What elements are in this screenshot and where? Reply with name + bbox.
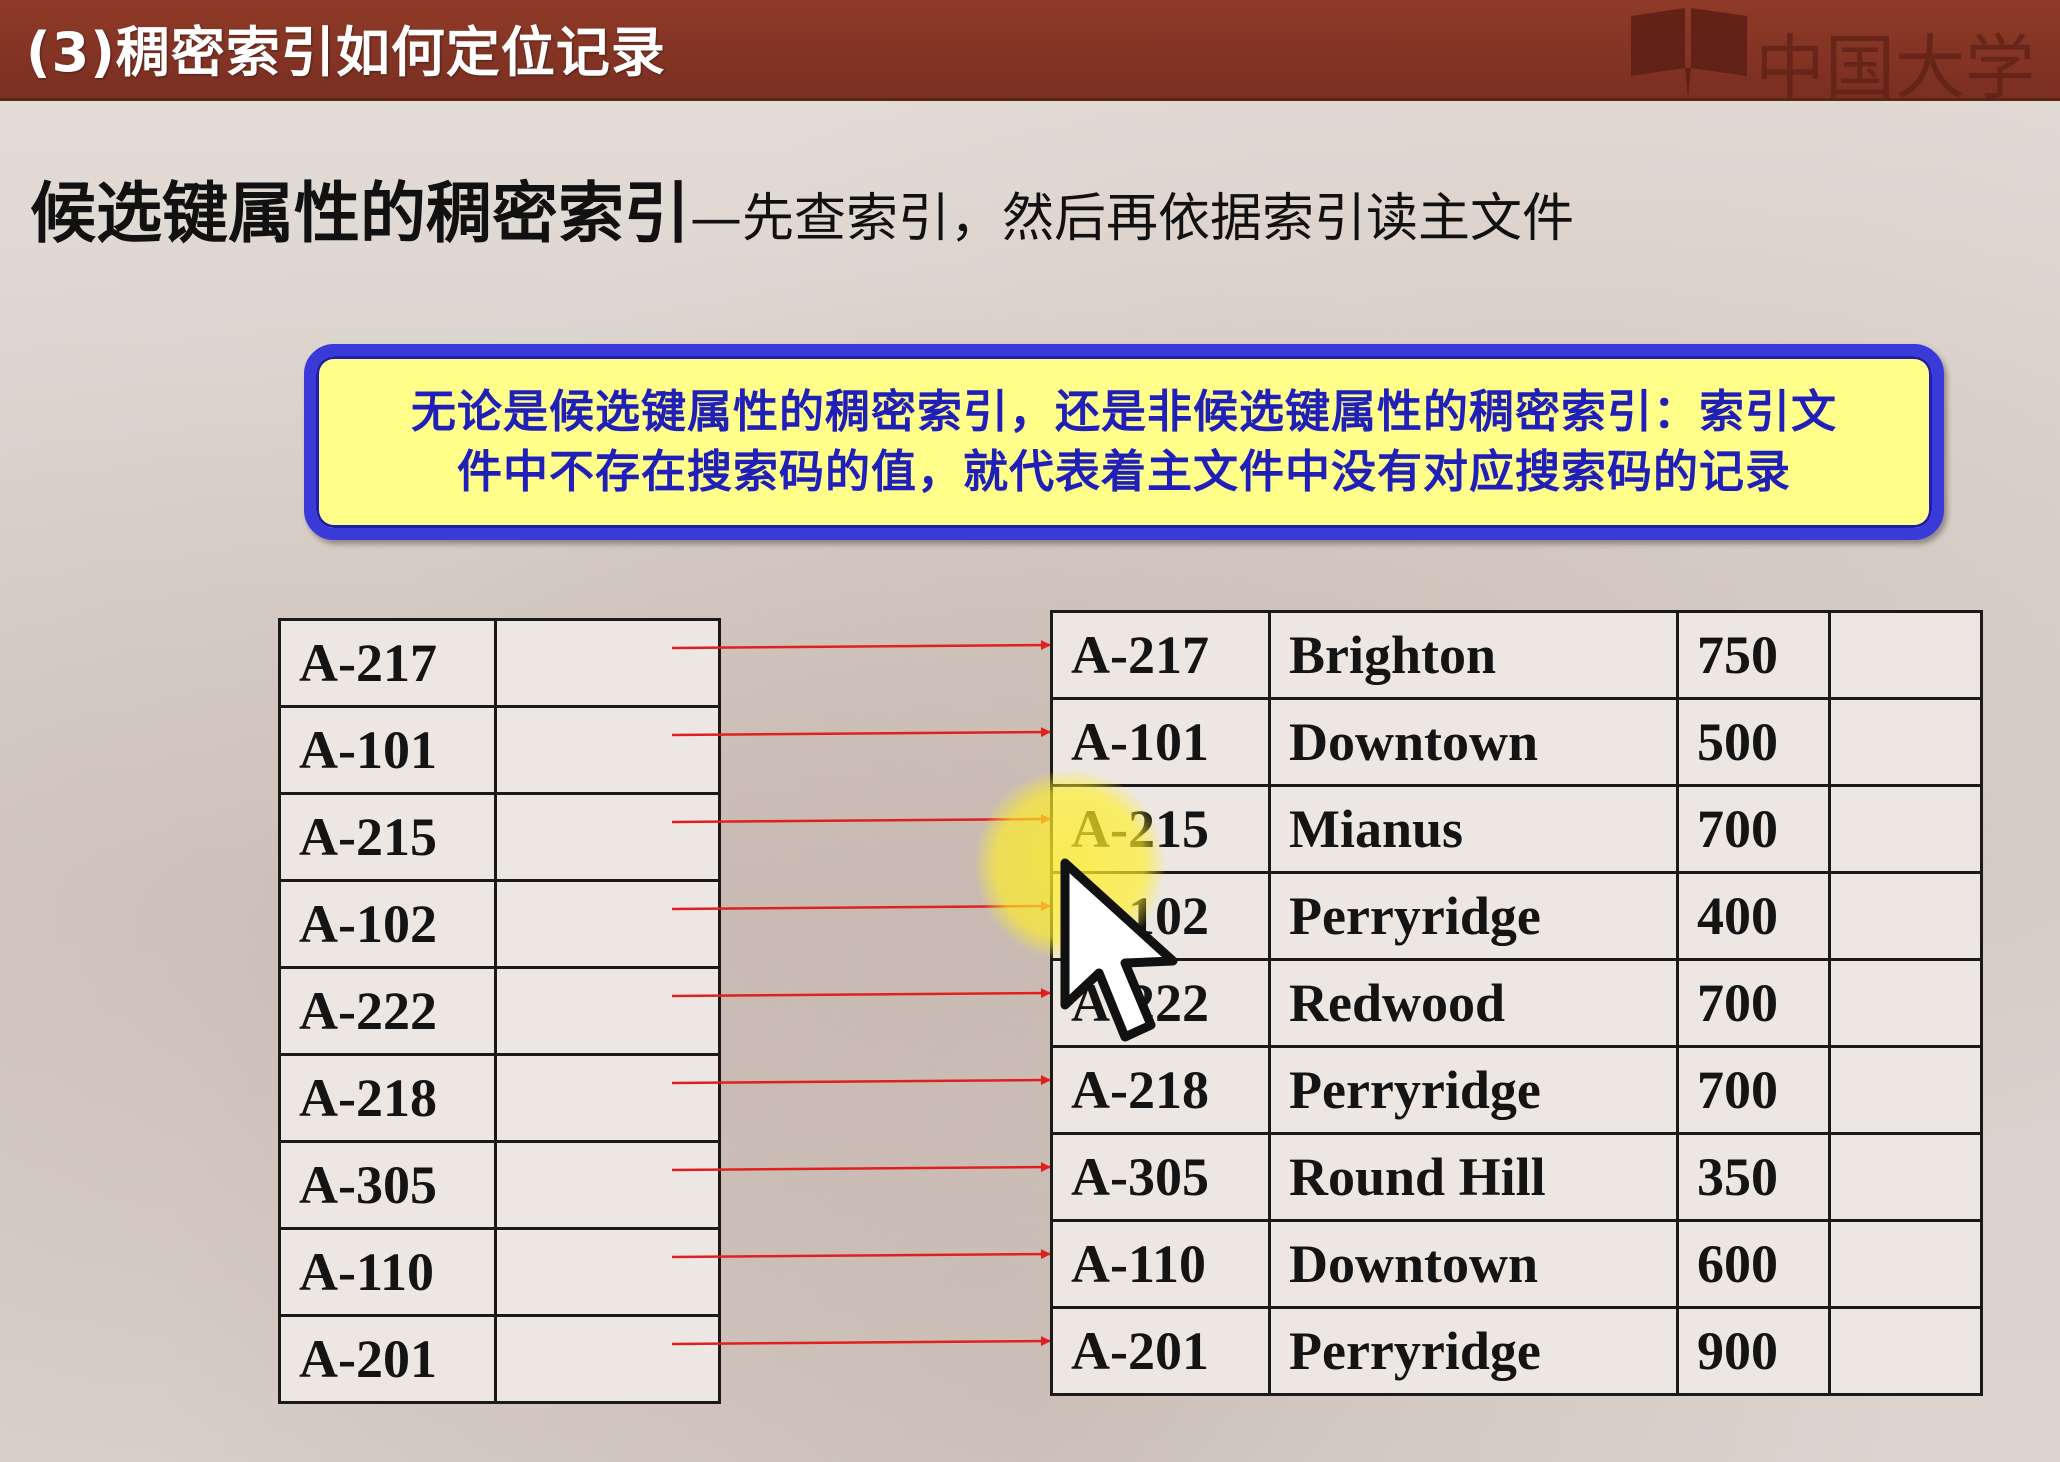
main-branch-cell: Mianus [1268, 784, 1679, 874]
index-pointer-cell [494, 1053, 721, 1143]
slide-heading: 候选键属性的稠密索引—先查索引，然后再依据索引读主文件 [30, 160, 1574, 256]
index-row: A-218 [278, 1053, 721, 1143]
index-row: A-222 [278, 966, 721, 1056]
index-pointer-cell [494, 1140, 721, 1230]
index-key-cell: A-222 [278, 966, 497, 1056]
index-key-cell: A-102 [278, 879, 497, 969]
main-row: A-217 Brighton 750 [1050, 610, 1983, 700]
main-pointer-cell [1828, 784, 1983, 874]
index-key-cell: A-218 [278, 1053, 497, 1143]
index-pointer-cell [494, 705, 721, 795]
heading-sub: —先查索引，然后再依据索引读主文件 [690, 189, 1575, 249]
heading-main: 候选键属性的稠密索引 [30, 175, 690, 252]
main-pointer-cell [1828, 1045, 1983, 1135]
index-key-cell: A-217 [278, 618, 497, 708]
index-row: A-110 [278, 1227, 721, 1317]
index-row: A-102 [278, 879, 721, 969]
book-icon [1631, 8, 1747, 98]
main-balance-cell: 400 [1676, 871, 1831, 961]
main-branch-cell: Downtown [1268, 1219, 1679, 1309]
index-row: A-101 [278, 705, 721, 795]
index-key-cell: A-101 [278, 705, 497, 795]
index-row: A-305 [278, 1140, 721, 1230]
title-bar: (3)稠密索引如何定位记录 中国大学 [0, 0, 2060, 109]
main-row: A-110 Downtown 600 [1050, 1219, 1983, 1309]
main-pointer-cell [1828, 871, 1983, 961]
main-row: A-201 Perryridge 900 [1050, 1306, 1983, 1396]
main-account-cell: A-305 [1050, 1132, 1271, 1222]
index-table-body: A-217 A-101 A-215 A-102 A-222 A-218 A-305 A-110… [278, 618, 721, 1404]
main-row: A-101 Downtown 500 [1050, 697, 1983, 787]
main-row: A-305 Round Hill 350 [1050, 1132, 1983, 1222]
main-pointer-cell [1828, 1306, 1983, 1396]
index-pointer-cell [494, 879, 721, 969]
main-pointer-cell [1828, 610, 1983, 700]
index-key-cell: A-110 [278, 1227, 497, 1317]
index-key-cell: A-201 [278, 1314, 497, 1404]
callout-line-1: 无论是候选键属性的稠密索引，还是非候选键属性的稠密索引：索引文 [410, 385, 1837, 438]
main-pointer-cell [1828, 697, 1983, 787]
main-branch-cell: Perryridge [1268, 1306, 1679, 1396]
main-account-cell: A-201 [1050, 1306, 1271, 1396]
callout-line-2: 件中不存在搜索码的值，就代表着主文件中没有对应搜索码的记录 [456, 445, 1791, 498]
index-row: A-215 [278, 792, 721, 882]
main-balance-cell: 700 [1676, 784, 1831, 874]
main-pointer-cell [1828, 1219, 1983, 1309]
callout-text: 无论是候选键属性的稠密索引，还是非候选键属性的稠密索引：索引文 件中不存在搜索码… [411, 382, 1837, 502]
logo-text: 中国大学 [1755, 27, 2035, 109]
main-account-cell: A-110 [1050, 1219, 1271, 1309]
callout-box: 无论是候选键属性的稠密索引，还是非候选键属性的稠密索引：索引文 件中不存在搜索码… [304, 344, 1944, 540]
index-pointer-cell [494, 1314, 721, 1404]
main-branch-cell: Redwood [1268, 958, 1679, 1048]
main-balance-cell: 700 [1676, 958, 1831, 1048]
index-pointer-cell [494, 792, 721, 882]
main-row: A-218 Perryridge 700 [1050, 1045, 1983, 1135]
main-balance-cell: 600 [1676, 1219, 1831, 1309]
mouse-pointer-icon [1060, 858, 1178, 1042]
index-table: A-217 A-101 A-215 A-102 A-222 A-218 A-305 A-110… [278, 618, 721, 1404]
main-branch-cell: Perryridge [1268, 1045, 1679, 1135]
main-balance-cell: 900 [1676, 1306, 1831, 1396]
index-key-cell: A-215 [278, 792, 497, 882]
main-balance-cell: 500 [1676, 697, 1831, 787]
main-branch-cell: Round Hill [1268, 1132, 1679, 1222]
index-key-cell: A-305 [278, 1140, 497, 1230]
main-account-cell: A-218 [1050, 1045, 1271, 1135]
main-branch-cell: Downtown [1268, 697, 1679, 787]
main-branch-cell: Brighton [1268, 610, 1679, 700]
main-pointer-cell [1828, 958, 1983, 1048]
index-row: A-201 [278, 1314, 721, 1404]
index-pointer-cell [494, 1227, 721, 1317]
slide-title: (3)稠密索引如何定位记录 [26, 21, 666, 84]
index-pointer-cell [494, 618, 721, 708]
main-balance-cell: 700 [1676, 1045, 1831, 1135]
main-branch-cell: Perryridge [1268, 871, 1679, 961]
logo: 中国大学 [1625, 6, 2060, 109]
main-balance-cell: 750 [1676, 610, 1831, 700]
main-account-cell: A-217 [1050, 610, 1271, 700]
index-pointer-cell [494, 966, 721, 1056]
main-balance-cell: 350 [1676, 1132, 1831, 1222]
main-pointer-cell [1828, 1132, 1983, 1222]
index-row: A-217 [278, 618, 721, 708]
